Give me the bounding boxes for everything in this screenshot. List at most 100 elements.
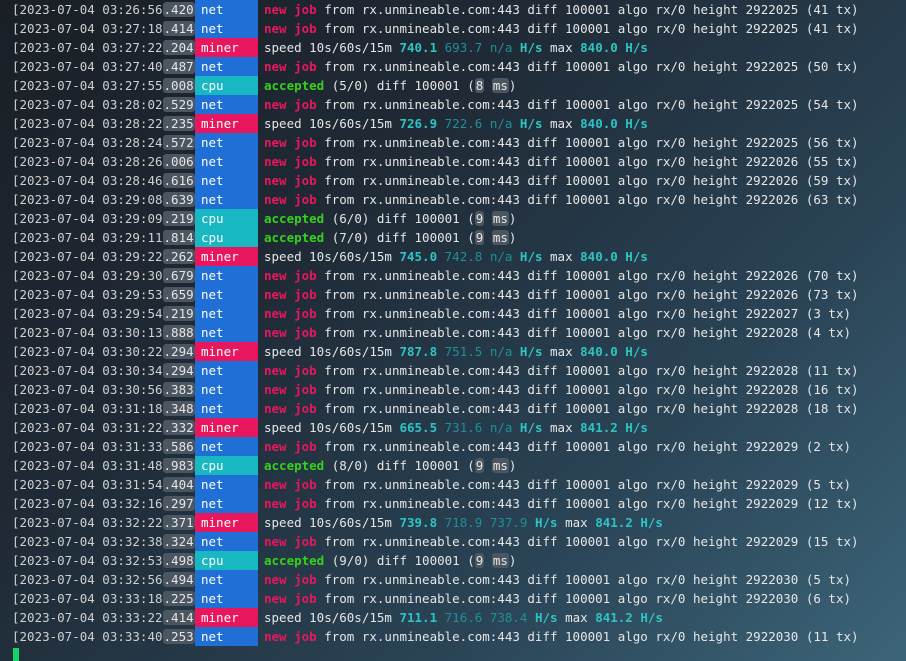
paren: ( [467,458,475,473]
log-tag-net: net [195,266,258,285]
log-tag-net: net [195,399,258,418]
log-line: [2023-07-04 03:27:18.414]net new job from… [0,19,906,38]
speed-10s: 711.1 [399,610,438,625]
accepted-label: accepted [264,553,325,568]
log-message: speed 10s/60s/15m 745.0 742.8 n/a H/s ma… [264,247,648,266]
speed-label: speed 10s/60s/15m [264,40,400,55]
timestamp-ms: .679 [162,268,195,283]
speed-unit: H/s [534,515,558,530]
log-timestamp: [2023-07-04 03:31:22.332] [12,418,202,437]
job-details: from rx.unmineable.com:443 diff 100001 a… [316,534,859,549]
log-timestamp: [2023-07-04 03:29:53.659] [12,285,202,304]
log-timestamp: [2023-07-04 03:30:22.294] [12,342,202,361]
timestamp-ms: .529 [162,97,195,112]
job-details: from rx.unmineable.com:443 diff 100001 a… [316,439,852,454]
log-message: new job from rx.unmineable.com:443 diff … [264,494,859,513]
accepted-time: 9 [474,553,485,568]
timestamp-time: [2023-07-04 03:28:26 [12,154,163,169]
timestamp-time: [2023-07-04 03:27:40 [12,59,163,74]
log-tag-miner: miner [195,418,258,437]
log-timestamp: [2023-07-04 03:32:53.498] [12,551,202,570]
log-line: [2023-07-04 03:29:11.814]cpu accepted (7/… [0,228,906,247]
log-timestamp: [2023-07-04 03:27:55.008] [12,76,202,95]
job-details: from rx.unmineable.com:443 diff 100001 a… [316,135,859,150]
speed-unit: H/s [519,116,543,131]
log-timestamp: [2023-07-04 03:33:40.253] [12,627,202,646]
timestamp-ms: .814 [162,230,195,245]
new-job-label: new job [264,629,317,644]
speed-15m: n/a [489,420,513,435]
log-line: [2023-07-04 03:30:13.888]net new job from… [0,323,906,342]
log-tag-net: net [195,57,258,76]
log-timestamp: [2023-07-04 03:29:30.679] [12,266,202,285]
ms-unit: ms [491,78,509,93]
timestamp-ms: .348 [162,401,195,416]
ms-unit: ms [491,458,509,473]
speed-max: 840.0 H/s [580,40,648,55]
log-tag-cpu: cpu [195,228,258,247]
new-job-label: new job [264,572,317,587]
log-message: accepted (7/0) diff 100001 (9 ms) [264,228,516,247]
paren: ( [467,78,475,93]
log-timestamp: [2023-07-04 03:29:09.219] [12,209,202,228]
terminal-window[interactable]: [2023-07-04 03:26:56.420]netnew job from… [0,0,906,661]
timestamp-time: [2023-07-04 03:32:22 [12,515,163,530]
timestamp-time: [2023-07-04 03:33:40 [12,629,163,644]
timestamp-ms: .204 [162,40,195,55]
terminal-cursor [13,648,19,661]
timestamp-time: [2023-07-04 03:28:24 [12,135,163,150]
new-job-label: new job [264,382,317,397]
job-details: from rx.unmineable.com:443 diff 100001 a… [316,477,852,492]
speed-label: speed 10s/60s/15m [264,420,400,435]
speed-60s: 693.7 [444,40,483,55]
paren: ) [508,211,517,226]
timestamp-time: [2023-07-04 03:30:56 [12,382,163,397]
timestamp-time: [2023-07-04 03:29:09 [12,211,163,226]
new-job-label: new job [264,477,317,492]
timestamp-time: [2023-07-04 03:27:55 [12,78,163,93]
timestamp-time: [2023-07-04 03:29:08 [12,192,163,207]
timestamp-time: [2023-07-04 03:30:34 [12,363,163,378]
new-job-label: new job [264,135,317,150]
speed-max: 841.2 H/s [595,610,663,625]
log-tag-net: net [195,589,258,608]
log-tag-net: net [195,171,258,190]
speed-unit: H/s [519,40,543,55]
log-timestamp: [2023-07-04 03:28:46.616] [12,171,202,190]
speed-60s: 716.6 [444,610,483,625]
job-details: from rx.unmineable.com:443 diff 100001 a… [316,591,852,606]
timestamp-time: [2023-07-04 03:31:33 [12,439,163,454]
paren: ( [467,230,475,245]
job-details: from rx.unmineable.com:443 diff 100001 a… [316,629,859,644]
log-timestamp: [2023-07-04 03:29:54.219] [12,304,202,323]
log-line: [2023-07-04 03:29:53.659]net new job from… [0,285,906,304]
ms-unit: ms [491,230,509,245]
speed-max: 841.2 H/s [595,515,663,530]
timestamp-time: [2023-07-04 03:29:22 [12,249,163,264]
log-line: [2023-07-04 03:29:30.679]net new job from… [0,266,906,285]
log-timestamp: [2023-07-04 03:28:24.572] [12,133,202,152]
job-details: from rx.unmineable.com:443 diff 100001 a… [316,572,852,587]
log-line: [2023-07-04 03:32:22.371]miner speed 10s/… [0,513,906,532]
log-line: [2023-07-04 03:31:18.348]net new job from… [0,399,906,418]
log-tag-net: net [195,304,258,323]
speed-60s: 742.8 [444,249,483,264]
accepted-time: 8 [474,78,485,93]
accepted-label: accepted [264,230,325,245]
max-label: max [557,610,596,625]
log-message: new job from rx.unmineable.com:443 diff … [264,304,851,323]
timestamp-time: [2023-07-04 03:31:18 [12,401,163,416]
accepted-details: (7/0) diff 100001 [324,230,468,245]
